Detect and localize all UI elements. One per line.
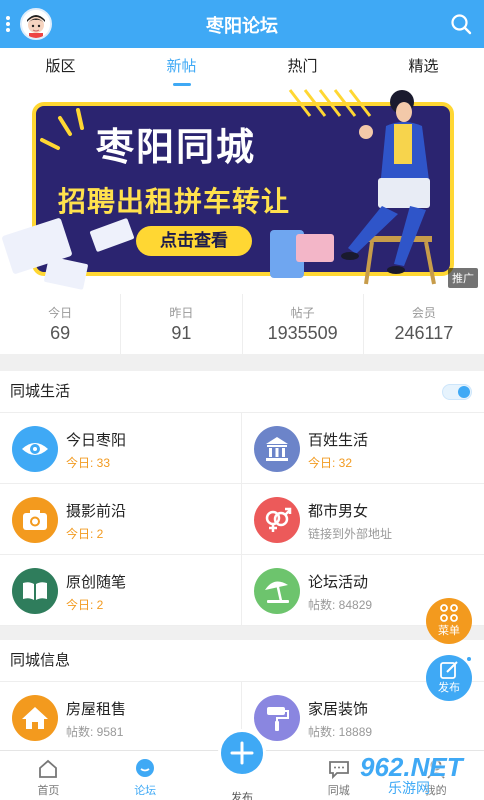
- banner-title: 枣阳同城: [96, 127, 257, 169]
- stat-today: 今日 69: [0, 294, 122, 354]
- stat-value: 1935509: [267, 323, 338, 343]
- board-item-daily-life[interactable]: 百姓生活 今日: 32: [242, 413, 484, 484]
- banner-subtitle: 招聘出租拼车转让: [58, 186, 291, 217]
- board-name: 摄影前沿: [66, 503, 127, 520]
- top-bar: 枣阳论坛: [0, 0, 484, 48]
- board-name: 论坛活动: [308, 574, 369, 591]
- chat-bubble-icon: [136, 759, 155, 777]
- edit-icon: [440, 661, 458, 679]
- section-local-life: 同城生活 今日枣阳 今日: 33 百姓生活 今日: 32 摄影前沿 今日: 2: [0, 371, 484, 626]
- tab-bar: 版区 新帖 热门 精选: [0, 48, 484, 88]
- stat-value: 69: [50, 323, 71, 343]
- umbrella-icon: [254, 568, 300, 614]
- section-header: 同城生活: [0, 371, 484, 413]
- board-meta: 帖数: 9581: [66, 725, 124, 739]
- stat-yesterday: 昨日 91: [121, 294, 243, 354]
- board-name: 百姓生活: [308, 432, 369, 449]
- board-name: 房屋租售: [66, 701, 127, 718]
- nav-label: 论坛: [134, 785, 157, 797]
- camera-icon: [12, 497, 58, 543]
- board-item-housing[interactable]: 房屋租售 帖数: 9581: [0, 682, 242, 753]
- stat-label: 会员: [411, 306, 436, 320]
- board-meta: 帖数: 84829: [308, 598, 373, 612]
- section-title: 同城信息: [10, 652, 71, 669]
- board-meta: 今日: 2: [66, 598, 104, 612]
- board-meta: 链接到外部地址: [308, 527, 393, 541]
- stat-value: 246117: [394, 323, 454, 343]
- menu-fab-label: 菜单: [438, 625, 460, 637]
- site-watermark: 962.NET 乐游网: [330, 752, 480, 798]
- board-meta: 今日: 2: [66, 527, 104, 541]
- stat-label: 昨日: [169, 306, 194, 320]
- stat-members: 会员 246117: [364, 294, 484, 354]
- tab-boards[interactable]: 版区: [0, 48, 121, 88]
- building-icon: [254, 426, 300, 472]
- nav-home[interactable]: 首页: [0, 751, 97, 800]
- plus-icon: [230, 741, 254, 765]
- stat-posts: 帖子 1935509: [243, 294, 364, 354]
- forum-stats: 今日 69 昨日 91 帖子 1935509 会员 246117: [0, 294, 484, 354]
- board-item-today-zaoyang[interactable]: 今日枣阳 今日: 33: [0, 413, 242, 484]
- board-name: 今日枣阳: [66, 432, 127, 449]
- gender-icon: [254, 497, 300, 543]
- nav-forum[interactable]: 论坛: [97, 751, 194, 800]
- book-icon: [12, 568, 58, 614]
- board-item-original-essays[interactable]: 原创随笔 今日: 2: [0, 555, 242, 626]
- grid-icon: [440, 604, 458, 622]
- post-fab[interactable]: 发布: [426, 655, 473, 701]
- publish-button[interactable]: [218, 729, 266, 777]
- board-item-photography[interactable]: 摄影前沿 今日: 2: [0, 484, 242, 555]
- home-icon: [39, 759, 58, 778]
- menu-fab[interactable]: 菜单: [426, 598, 472, 644]
- board-meta: 今日: 32: [308, 456, 353, 470]
- ad-badge: 推广: [448, 268, 478, 288]
- nav-label: 发布: [230, 792, 253, 800]
- stat-label: 今日: [48, 306, 73, 320]
- tab-new-posts[interactable]: 新帖: [121, 48, 242, 88]
- promo-banner[interactable]: 枣阳同城 招聘出租拼车转让 点击查看 推广: [0, 88, 484, 294]
- board-name: 都市男女: [308, 503, 369, 520]
- board-meta: 今日: 33: [66, 456, 111, 470]
- tab-hot[interactable]: 热门: [242, 48, 363, 88]
- search-icon[interactable]: [450, 13, 472, 35]
- section-toggle[interactable]: [442, 384, 472, 400]
- tab-featured[interactable]: 精选: [363, 48, 484, 88]
- post-fab-label: 发布: [438, 682, 460, 694]
- section-title: 同城生活: [10, 383, 71, 400]
- stat-value: 91: [171, 323, 192, 343]
- app-title: 枣阳论坛: [206, 16, 278, 36]
- eye-icon: [12, 426, 58, 472]
- house-icon: [12, 695, 58, 741]
- board-item-urban-dating[interactable]: 都市男女 链接到外部地址: [242, 484, 484, 555]
- watermark-site: 乐游网: [388, 780, 430, 796]
- section-header: 同城信息: [0, 640, 484, 682]
- board-name: 家居装饰: [308, 701, 369, 718]
- nav-label: 首页: [37, 785, 60, 797]
- stat-label: 帖子: [290, 306, 315, 320]
- board-name: 原创随笔: [66, 574, 127, 591]
- banner-view-button[interactable]: 点击查看: [136, 226, 252, 256]
- board-meta: 帖数: 18889: [308, 725, 373, 739]
